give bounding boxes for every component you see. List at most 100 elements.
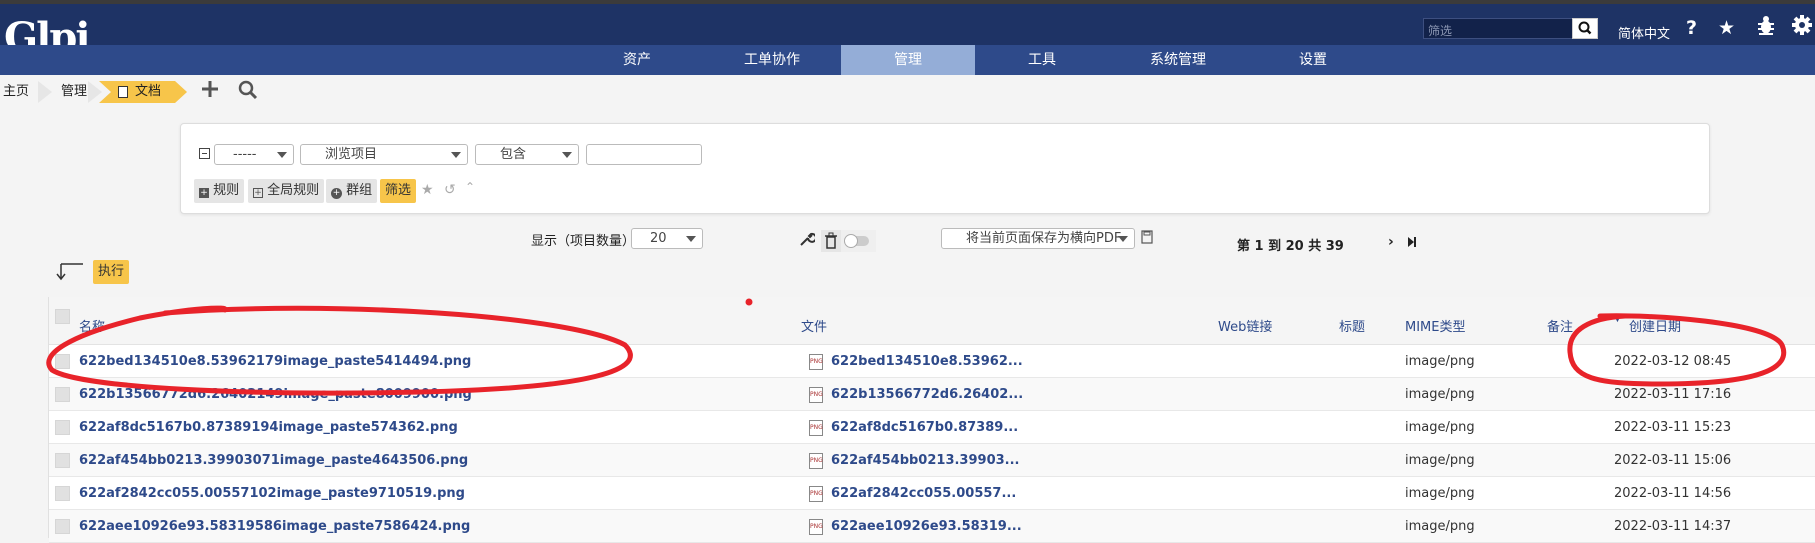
bug-icon[interactable]	[1756, 14, 1776, 41]
display-count-label: 显示（项目数量）	[531, 234, 636, 249]
png-file-icon: PNG	[809, 354, 823, 370]
mass-action-arrow-icon	[55, 262, 87, 285]
criteria-field-value: 浏览项目	[325, 147, 378, 162]
document-name-link[interactable]: 622b13566772d6.26402149image_paste800990…	[79, 387, 472, 402]
document-name-link[interactable]: 622af8dc5167b0.87389194image_paste574362…	[79, 420, 458, 435]
add-group-button[interactable]: + 群组	[326, 179, 378, 203]
plus-circle-icon: +	[331, 188, 342, 199]
criteria-link-select[interactable]: -----	[214, 144, 294, 165]
add-global-rule-label: 全局规则	[267, 183, 320, 198]
wrench-icon[interactable]	[799, 231, 817, 250]
next-page-icon[interactable]: ›	[1388, 234, 1394, 250]
export-format-select[interactable]: 将当前页面保存为横向PDF	[941, 228, 1135, 249]
chevron-down-icon	[277, 152, 287, 158]
creation-date-cell: 2022-03-12 08:45	[1614, 354, 1732, 369]
star-icon[interactable]: ★	[1718, 17, 1735, 39]
breadcrumb-documents[interactable]: 文档	[99, 81, 187, 103]
breadcrumb-separator	[88, 81, 102, 103]
last-page-icon[interactable]	[1406, 236, 1418, 251]
document-file-link[interactable]: 622af2842cc055.00557...	[831, 486, 1016, 501]
breadcrumb-management[interactable]: 管理	[61, 81, 87, 103]
bookmark-star-icon[interactable]: ★	[421, 182, 434, 198]
global-search-input[interactable]: 筛选	[1423, 18, 1575, 39]
document-name-link[interactable]: 622af454bb0213.39903071image_paste464350…	[79, 453, 468, 468]
column-heading[interactable]: 标题	[1339, 316, 1365, 335]
row-checkbox[interactable]	[55, 420, 70, 435]
search-button[interactable]	[1572, 18, 1598, 39]
breadcrumb: 主页 管理 文档	[0, 75, 1815, 109]
export-save-icon[interactable]	[1141, 230, 1153, 247]
criteria-link-value: -----	[233, 147, 257, 162]
breadcrumb-separator	[38, 81, 52, 103]
help-icon[interactable]: ?	[1686, 17, 1697, 39]
column-comment[interactable]: 备注	[1547, 316, 1573, 335]
document-file-link[interactable]: 622aee10926e93.58319...	[831, 519, 1022, 534]
table-row[interactable]: 622aee10926e93.58319586image_paste758642…	[49, 510, 1815, 543]
execute-button[interactable]: 执行	[93, 260, 130, 284]
trash-icon[interactable]	[821, 230, 841, 252]
column-creation-date[interactable]: 创建日期	[1629, 316, 1681, 335]
row-checkbox[interactable]	[55, 519, 70, 534]
menu-tools[interactable]: 工具	[1002, 45, 1082, 75]
search-icon	[1578, 21, 1592, 35]
document-file-link[interactable]: 622b13566772d6.26402...	[831, 387, 1023, 402]
document-file-link[interactable]: 622bed134510e8.53962...	[831, 354, 1023, 369]
menu-setup[interactable]: 设置	[1273, 45, 1353, 75]
creation-date-cell: 2022-03-11 15:06	[1614, 453, 1732, 468]
mime-type-cell: image/png	[1405, 453, 1475, 468]
collapse-minus-icon[interactable]	[199, 148, 210, 159]
add-rule-button[interactable]: + 规则	[194, 179, 245, 203]
creation-date-cell: 2022-03-11 17:16	[1614, 387, 1732, 402]
column-mime-type[interactable]: MIME类型	[1405, 316, 1465, 335]
row-checkbox[interactable]	[55, 453, 70, 468]
plus-square-outline-icon: +	[253, 188, 263, 198]
gear-icon[interactable]	[1791, 14, 1813, 41]
creation-date-cell: 2022-03-11 15:23	[1614, 420, 1732, 435]
menu-administration[interactable]: 系统管理	[1138, 45, 1218, 75]
chevron-down-icon	[1118, 236, 1128, 242]
document-name-link[interactable]: 622bed134510e8.53962179image_paste541449…	[79, 354, 471, 369]
add-icon[interactable]	[200, 79, 220, 105]
creation-date-cell: 2022-03-11 14:37	[1614, 519, 1732, 534]
column-web-link[interactable]: Web链接	[1218, 316, 1272, 335]
chevron-down-icon	[686, 236, 696, 242]
criteria-operator-select[interactable]: 包含	[475, 144, 579, 165]
table-row[interactable]: 622b13566772d6.26402149image_paste800990…	[49, 378, 1815, 411]
add-global-rule-button[interactable]: + 全局规则	[248, 179, 325, 203]
page-size-select[interactable]: 20	[631, 228, 703, 249]
table-row[interactable]: 622af2842cc055.00557102image_paste971051…	[49, 477, 1815, 510]
add-group-label: 群组	[346, 183, 373, 198]
menu-assets[interactable]: 资产	[597, 45, 677, 75]
column-file[interactable]: 文件	[801, 316, 827, 335]
png-file-icon: PNG	[809, 387, 823, 403]
search-icon[interactable]	[237, 79, 259, 107]
criteria-field-select[interactable]: 浏览项目	[300, 144, 468, 165]
row-checkbox[interactable]	[55, 486, 70, 501]
pagination-info: 第 1 到 20 共 39	[1237, 239, 1344, 254]
document-file-link[interactable]: 622af8dc5167b0.87389...	[831, 420, 1018, 435]
criteria-operator-value: 包含	[500, 147, 527, 162]
criteria-value-input[interactable]	[586, 144, 702, 165]
breadcrumb-home[interactable]: 主页	[3, 81, 29, 103]
table-row[interactable]: 622af454bb0213.39903071image_paste464350…	[49, 444, 1815, 477]
document-name-link[interactable]: 622aee10926e93.58319586image_paste758642…	[79, 519, 470, 534]
toggle-switch[interactable]	[841, 230, 876, 252]
menu-management[interactable]: 管理	[841, 45, 975, 75]
collapse-up-icon[interactable]: ⌃	[465, 180, 475, 194]
menu-assistance[interactable]: 工单协作	[732, 45, 812, 75]
filter-submit-button[interactable]: 筛选	[380, 179, 417, 203]
document-name-link[interactable]: 622af2842cc055.00557102image_paste971051…	[79, 486, 465, 501]
language-selector[interactable]: 简体中文	[1618, 23, 1670, 42]
search-criteria-panel: ----- 浏览项目 包含 + 规则 + 全局规则 + 群组 筛选 ★ ↺ ⌃	[180, 123, 1710, 214]
table-row[interactable]: 622af8dc5167b0.87389194image_paste574362…	[49, 411, 1815, 444]
png-file-icon: PNG	[809, 453, 823, 469]
document-file-link[interactable]: 622af454bb0213.39903...	[831, 453, 1019, 468]
row-checkbox[interactable]	[55, 354, 70, 369]
table-row[interactable]: 622bed134510e8.53962179image_paste541449…	[49, 345, 1815, 378]
documents-table: 名称 文件 Web链接 标题 MIME类型 备注 ▼ 创建日期 622bed13…	[48, 297, 1815, 543]
row-checkbox[interactable]	[55, 387, 70, 402]
sort-desc-icon[interactable]: ▼	[1614, 314, 1621, 324]
column-name[interactable]: 名称	[79, 316, 105, 335]
select-all-checkbox[interactable]	[55, 309, 70, 324]
reset-icon[interactable]: ↺	[444, 182, 456, 198]
